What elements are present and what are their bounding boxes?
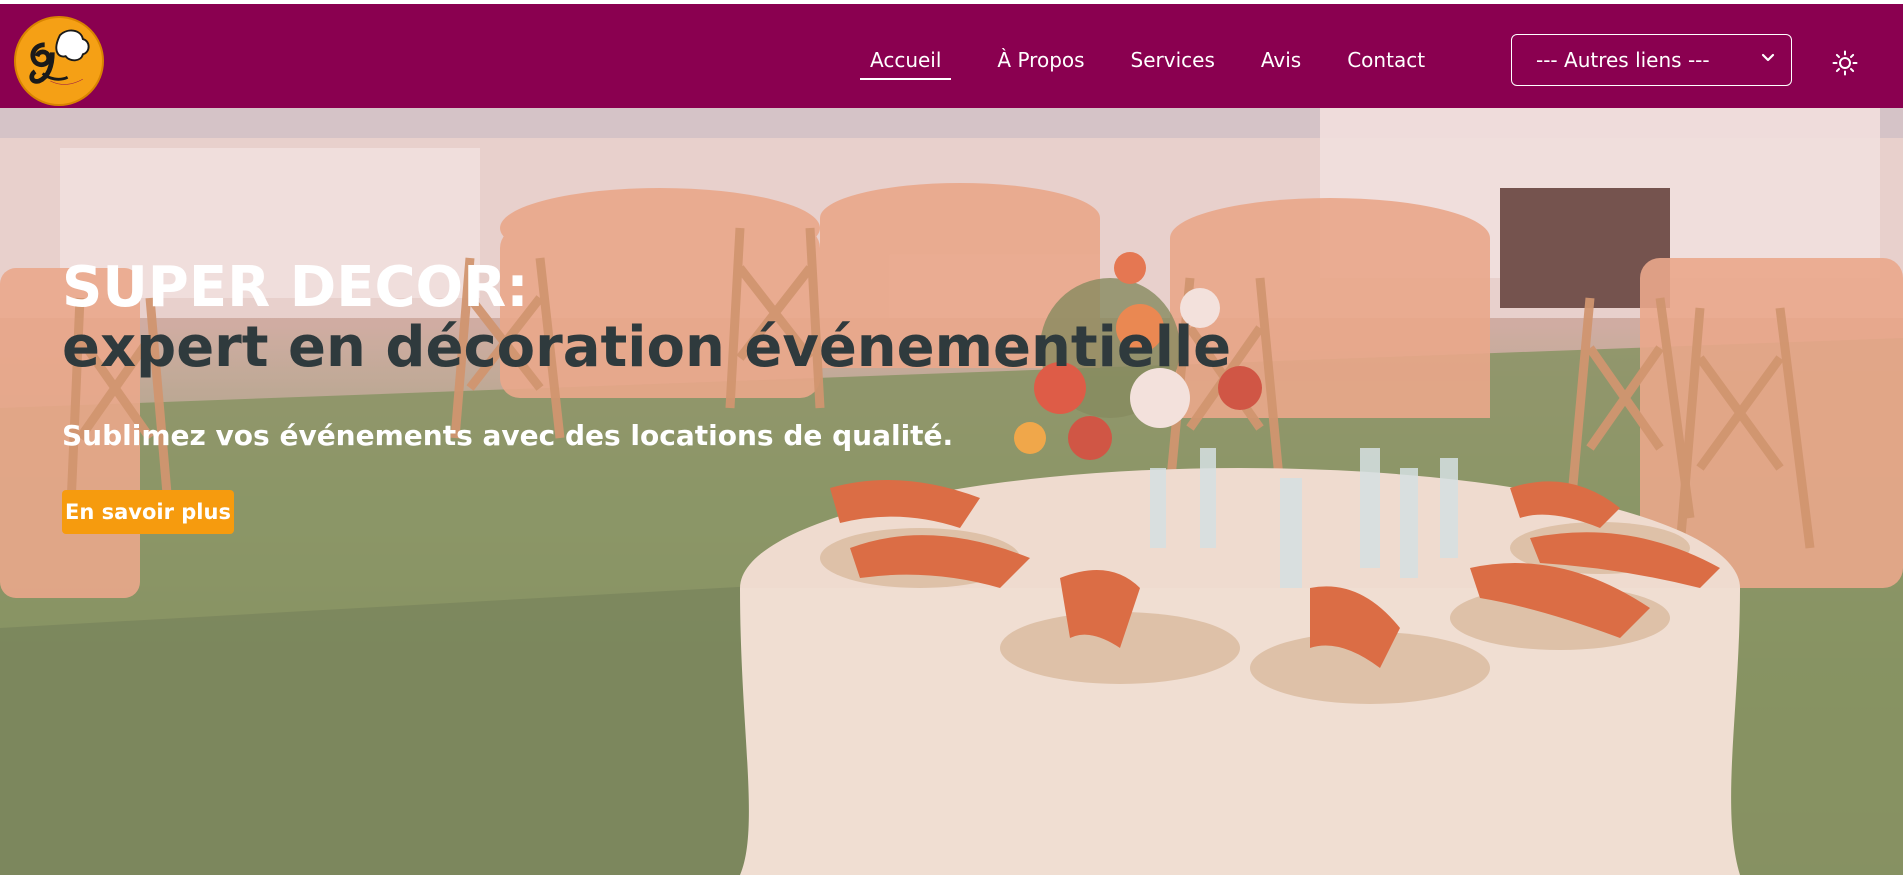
hero-section: SUPER DECOR: expert en décoration événem… (0, 108, 1903, 875)
chevron-down-icon (1761, 53, 1775, 62)
main-nav: Accueil À Propos Services Avis Contact (860, 44, 1425, 80)
navbar: Accueil À Propos Services Avis Contact -… (0, 0, 1903, 108)
nav-services[interactable]: Services (1131, 44, 1215, 80)
nav-accueil[interactable]: Accueil (860, 44, 952, 80)
nav-a-propos[interactable]: À Propos (997, 44, 1084, 80)
learn-more-button[interactable]: En savoir plus (62, 490, 234, 534)
logo-graphic (16, 18, 102, 104)
brand-logo[interactable] (14, 16, 104, 106)
hero-background-image (0, 108, 1903, 875)
nav-avis[interactable]: Avis (1261, 44, 1301, 80)
sun-icon (1832, 50, 1858, 76)
nav-contact[interactable]: Contact (1347, 44, 1425, 80)
hero-title: SUPER DECOR: expert en décoration événem… (62, 258, 1362, 378)
other-links-select-value: --- Autres liens --- (1536, 48, 1710, 72)
hero-subtitle: Sublimez vos événements avec des locatio… (62, 419, 954, 452)
hero-title-tagline: expert en décoration événementielle (62, 315, 1232, 380)
theme-toggle-button[interactable] (1832, 50, 1858, 76)
hero-title-brand: SUPER DECOR: (62, 255, 529, 320)
other-links-select[interactable]: --- Autres liens --- (1511, 34, 1792, 86)
